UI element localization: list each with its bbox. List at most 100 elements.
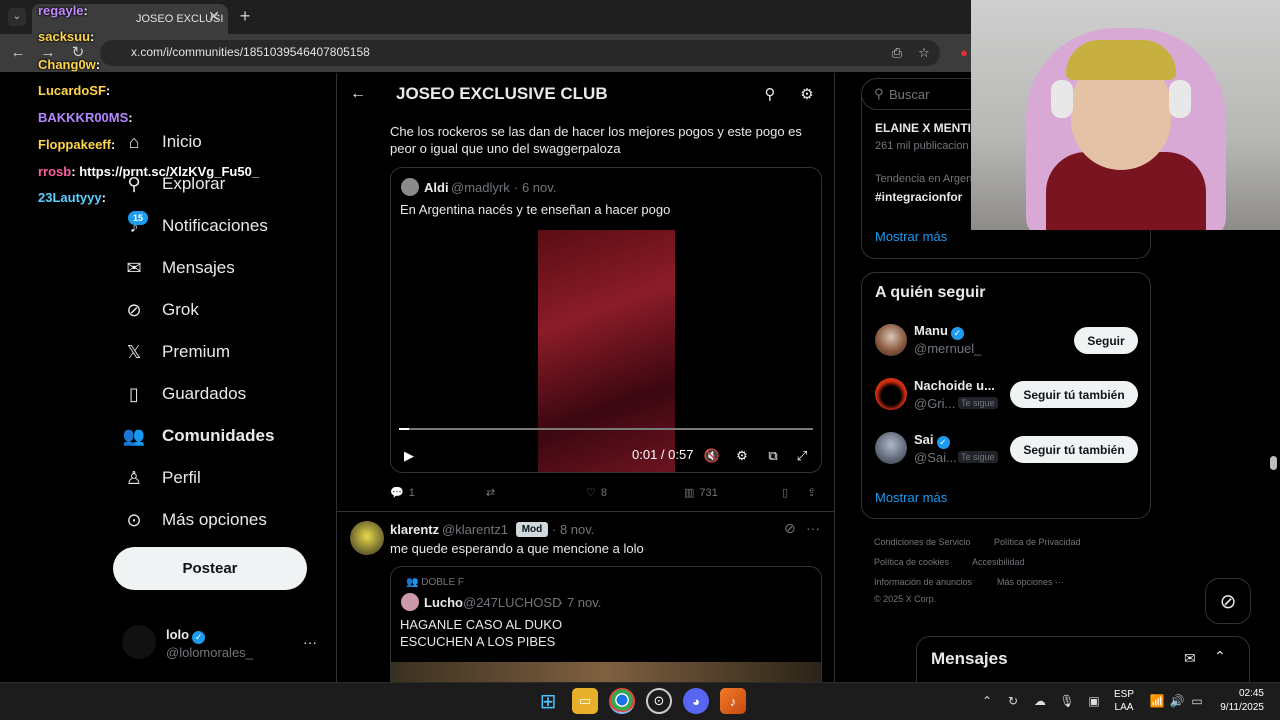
post-button[interactable]: Postear xyxy=(113,547,307,590)
footer-link[interactable]: Política de cookies xyxy=(874,557,949,567)
gear-icon[interactable]: ⚙ xyxy=(796,84,818,106)
chat-message: BAKKKR00MS: xyxy=(38,110,133,125)
account-name[interactable]: lolo ✓ xyxy=(166,627,206,644)
headphone xyxy=(1051,80,1073,118)
nav-comunidades[interactable]: 👥 Comunidades xyxy=(122,420,275,452)
url-text[interactable]: x.com/i/communities/1851039546407805158 xyxy=(131,45,370,59)
follow-name[interactable]: Sai ✓ xyxy=(914,432,950,449)
tray-overflow-icon[interactable]: ⌃ xyxy=(978,692,996,710)
post-more-icon[interactable]: ··· xyxy=(806,520,820,536)
follow-back-button[interactable]: Seguir tú también xyxy=(1010,381,1138,408)
file-explorer-icon[interactable]: ▭ xyxy=(572,688,598,714)
communities-icon: 👥 xyxy=(122,425,146,446)
display-icon[interactable]: ▣ xyxy=(1085,692,1103,710)
show-more-link[interactable]: Mostrar más xyxy=(875,229,947,244)
nav-inicio[interactable]: ⌂ Inicio xyxy=(122,126,202,158)
avatar[interactable] xyxy=(875,378,907,410)
follow-handle[interactable]: @mernuel_ xyxy=(914,341,981,356)
follow-back-button[interactable]: Seguir tú también xyxy=(1010,436,1138,463)
nav-premium[interactable]: 𝕏 Premium xyxy=(122,336,230,368)
tab-search-dropdown[interactable]: ⌄ xyxy=(8,8,26,26)
follow-handle[interactable]: @Gri... xyxy=(914,396,955,411)
post-text: me quede esperando a que mencione a lolo xyxy=(390,541,644,556)
footer-more[interactable]: Más opciones ··· xyxy=(997,577,1064,587)
language-indicator[interactable]: ESP LAA xyxy=(1114,688,1134,714)
video-seek-bar[interactable] xyxy=(399,428,813,430)
back-icon[interactable]: ← xyxy=(350,85,366,103)
wifi-icon[interactable]: 📶 xyxy=(1148,692,1166,710)
post-author-name[interactable]: klarentz xyxy=(390,522,439,537)
clock[interactable]: 02:45 9/11/2025 xyxy=(1214,687,1264,715)
chat-message: 23Lautyyy: xyxy=(38,190,106,205)
follow-name[interactable]: Nachoide u... xyxy=(914,378,995,393)
share-button[interactable]: ⇪ xyxy=(807,486,816,499)
follow-button[interactable]: Seguir xyxy=(1074,327,1138,354)
quote-media[interactable] xyxy=(391,662,821,682)
nav-mas-opciones[interactable]: ⊙ Más opciones xyxy=(122,504,266,536)
nav-mensajes[interactable]: ✉ Mensajes xyxy=(122,252,234,284)
post-author-handle[interactable]: @klarentz1 xyxy=(442,522,508,537)
obs-icon[interactable]: ⊙ xyxy=(646,688,672,714)
account-handle[interactable]: @lolomorales_ xyxy=(166,645,253,660)
account-more-icon[interactable]: ··· xyxy=(303,634,317,650)
nav-grok[interactable]: ⊘ Grok xyxy=(122,294,198,326)
avatar[interactable] xyxy=(875,324,907,356)
chat-message: sacksuu: xyxy=(38,29,95,44)
windows-start-icon[interactable]: ⊞ xyxy=(535,688,561,714)
grok-analyze-icon[interactable]: ⊘ xyxy=(784,520,796,537)
expand-icon[interactable]: ⌃ xyxy=(1214,648,1226,665)
bookmark-button[interactable]: ▯ xyxy=(782,486,788,499)
fullscreen-icon[interactable]: ⤢ xyxy=(792,446,812,466)
show-more-link[interactable]: Mostrar más xyxy=(875,490,947,505)
search-icon[interactable]: ⚲ xyxy=(759,84,781,106)
trend-title[interactable]: #integracionfor xyxy=(875,190,962,204)
follow-handle[interactable]: @Sai... xyxy=(914,450,957,465)
heart-icon: ♡ xyxy=(586,487,596,499)
copyright: © 2025 X Corp. xyxy=(874,594,937,604)
quote-date: · 7 nov. xyxy=(559,595,602,610)
bookmark-star-icon[interactable]: ☆ xyxy=(914,43,934,63)
chat-message: rrosb: https://prnt.sc/XlzKVg_Fu50_ xyxy=(38,164,260,179)
settings-icon[interactable]: ⚙ xyxy=(732,446,752,466)
verified-icon: ✓ xyxy=(950,327,964,340)
communities-icon: 👥 xyxy=(406,577,422,588)
fl-studio-icon[interactable]: ♪ xyxy=(720,688,746,714)
nav-perfil[interactable]: ♙ Perfil xyxy=(122,462,201,494)
follow-name[interactable]: Manu ✓ xyxy=(914,323,964,340)
chrome-icon[interactable] xyxy=(609,688,635,714)
repost-button[interactable]: ⇄ xyxy=(486,486,500,499)
avatar[interactable] xyxy=(122,625,156,659)
trend-title[interactable]: ELAINE X MENTI xyxy=(875,121,971,135)
scrollbar-thumb[interactable] xyxy=(1270,456,1277,470)
close-tab-icon[interactable]: ✕ xyxy=(206,8,222,24)
footer-link[interactable]: Accesibilidad xyxy=(972,557,1025,567)
footer-link[interactable]: Condiciones de Servicio xyxy=(874,537,971,547)
volume-icon[interactable]: 🔊 xyxy=(1168,692,1186,710)
new-tab-icon[interactable]: + xyxy=(236,6,254,26)
views-button[interactable]: ▥ 731 xyxy=(684,486,718,500)
picture-in-picture-icon[interactable]: ⧉ xyxy=(763,446,783,466)
like-button[interactable]: ♡ 8 xyxy=(586,486,607,500)
footer-link[interactable]: Política de Privacidad xyxy=(994,537,1081,547)
microphone-icon[interactable]: 🎙 xyxy=(1058,692,1076,710)
discord-icon[interactable]: ◕ xyxy=(683,688,709,714)
grok-floating-button[interactable]: ⊘ xyxy=(1205,578,1251,624)
mute-icon[interactable]: 🔇 xyxy=(702,446,722,466)
sync-icon[interactable]: ↻ xyxy=(1004,692,1022,710)
back-arrow-icon[interactable]: ← xyxy=(7,42,29,64)
install-app-icon[interactable]: ⎙ xyxy=(887,43,907,63)
video-player[interactable]: ▶ 0:01 / 0:57 🔇 ⚙ ⧉ ⤢ xyxy=(391,229,821,472)
avatar[interactable] xyxy=(875,432,907,464)
nav-guardados[interactable]: ▯ Guardados xyxy=(122,378,246,410)
footer-link[interactable]: Información de anuncios xyxy=(874,577,972,587)
chat-message: LucardoSF: xyxy=(38,83,111,98)
battery-icon[interactable]: ▭ xyxy=(1188,692,1206,710)
new-message-icon[interactable]: ✉ xyxy=(1184,650,1196,667)
quote-author-name: Aldi xyxy=(424,180,449,195)
avatar[interactable] xyxy=(350,521,384,555)
play-icon[interactable]: ▶ xyxy=(399,446,419,466)
who-to-follow-title: A quién seguir xyxy=(875,284,986,301)
reply-button[interactable]: 💬 1 xyxy=(390,486,415,500)
messages-drawer-title[interactable]: Mensajes xyxy=(931,649,1008,669)
cloud-icon[interactable]: ☁ xyxy=(1031,692,1049,710)
